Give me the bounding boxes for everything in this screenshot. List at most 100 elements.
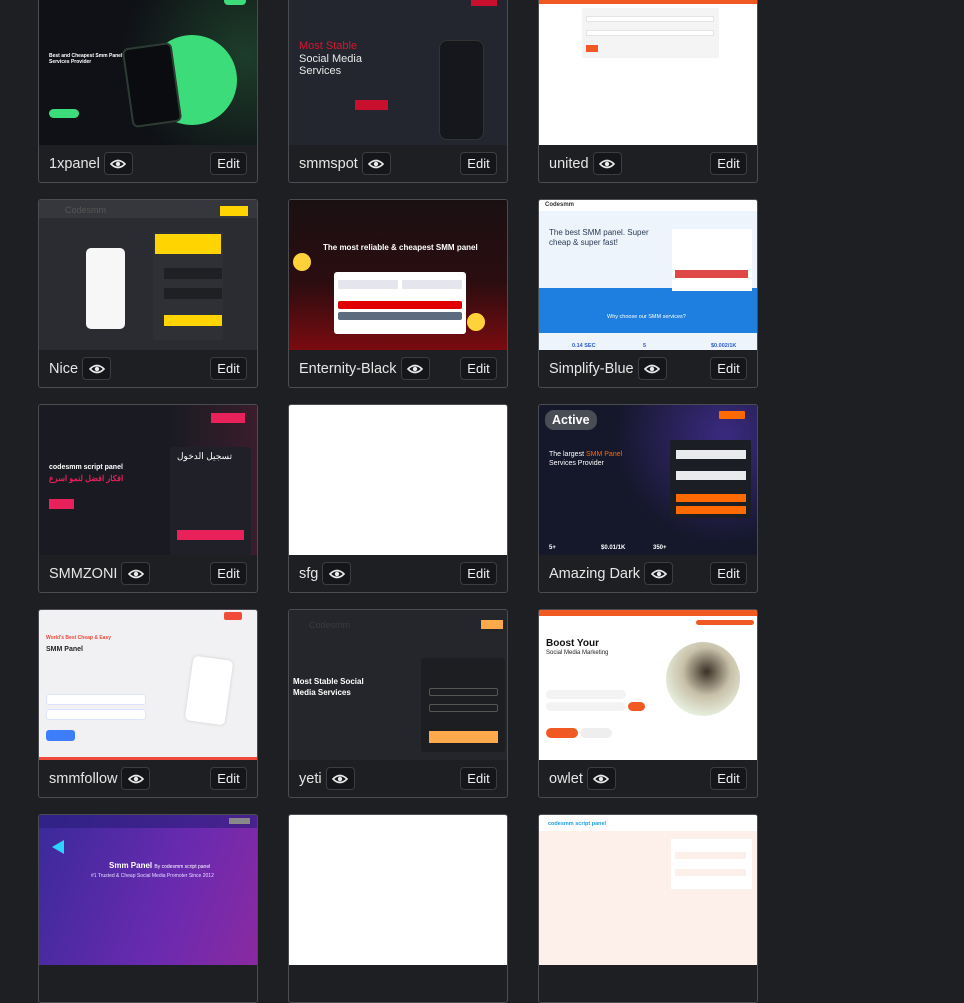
theme-card — [288, 814, 508, 1003]
preview-headline-accent: Most Stable — [299, 40, 358, 52]
preview-headline: The most reliable & cheapest SMM panel — [323, 243, 478, 252]
theme-preview-thumbnail[interactable]: Best and Cheapest Smm Panel Services Pro… — [39, 0, 257, 145]
preview-button[interactable] — [586, 767, 616, 790]
preview-headline-suffix: Services Provider — [549, 460, 604, 467]
theme-preview-thumbnail[interactable]: codesmm script panel افكار افضل لنمو اسر… — [39, 405, 257, 555]
preview-headline: Most Stable Social Media Services — [293, 677, 364, 697]
preview-button[interactable] — [322, 562, 352, 585]
theme-preview-thumbnail[interactable]: Most Stable Social Media Services — [289, 0, 507, 145]
theme-name: owlet — [549, 770, 583, 787]
theme-name: smmfollow — [49, 770, 118, 787]
theme-card: Best and Cheapest Smm Panel Services Pro… — [38, 0, 258, 183]
preview-sub: Social Media Marketing — [546, 650, 609, 656]
edit-button[interactable]: Edit — [710, 767, 747, 790]
eye-icon — [368, 159, 385, 168]
theme-card: Codesmm Most Stable Social Media Service… — [288, 609, 508, 798]
edit-button[interactable]: Edit — [210, 562, 247, 585]
edit-button[interactable]: Edit — [210, 152, 247, 175]
theme-preview-thumbnail[interactable]: Active The largest SMM Panel Services Pr… — [539, 405, 757, 555]
theme-card: codesmm script panel — [538, 814, 758, 1003]
eye-icon — [127, 569, 144, 578]
edit-button[interactable]: Edit — [460, 562, 497, 585]
theme-preview-thumbnail[interactable] — [289, 815, 507, 965]
edit-button[interactable]: Edit — [210, 357, 247, 380]
preview-stat: $0.002/1K — [711, 343, 737, 349]
theme-card: The most reliable & cheapest SMM panel E… — [288, 199, 508, 388]
preview-headline: The best SMM panel. Super cheap & super … — [549, 228, 649, 247]
preview-button[interactable] — [82, 357, 112, 380]
preview-button[interactable] — [325, 767, 355, 790]
theme-card: Codesmm Nice Edit — [38, 199, 258, 388]
preview-button[interactable] — [637, 357, 667, 380]
edit-button[interactable]: Edit — [210, 767, 247, 790]
theme-card-active: Active The largest SMM Panel Services Pr… — [538, 404, 758, 593]
theme-preview-thumbnail[interactable]: Codesmm Most Stable Social Media Service… — [289, 610, 507, 760]
preview-login-title: تسجيل الدخول — [177, 451, 233, 461]
theme-card: Boost Your Social Media Marketing owlet … — [538, 609, 758, 798]
edit-button[interactable]: Edit — [710, 152, 747, 175]
theme-name: Simplify-Blue — [549, 360, 634, 377]
preview-tagline: #1 Trusted & Cheap Social Media Promoter… — [91, 873, 214, 879]
theme-card: World's Best Cheap & Easy SMM Panel smmf… — [38, 609, 258, 798]
edit-button[interactable]: Edit — [460, 357, 497, 380]
theme-preview-thumbnail[interactable]: Boost Your Social Media Marketing — [539, 610, 757, 760]
theme-card: Smm Panel By codesmm script panel #1 Tru… — [38, 814, 258, 1003]
preview-headline: Social Media Services — [299, 53, 362, 77]
theme-name: sfg — [299, 565, 319, 582]
theme-card: Codesmm The best SMM panel. Super cheap … — [538, 199, 758, 388]
theme-preview-thumbnail[interactable]: World's Best Cheap & Easy SMM Panel — [39, 610, 257, 760]
preview-brand: Codesmm — [309, 620, 351, 630]
preview-button[interactable] — [121, 767, 151, 790]
preview-button[interactable] — [361, 152, 391, 175]
theme-card: united Edit — [538, 0, 758, 183]
theme-card: Most Stable Social Media Services smmspo… — [288, 0, 508, 183]
theme-name: Nice — [49, 360, 79, 377]
preview-stat: 0.14 SEC — [572, 343, 596, 349]
active-badge: Active — [545, 410, 597, 430]
preview-headline: Smm Panel By codesmm script panel — [109, 861, 211, 870]
theme-name: united — [549, 155, 589, 172]
preview-stat: 5+ — [549, 545, 556, 551]
theme-preview-thumbnail[interactable]: Codesmm The best SMM panel. Super cheap … — [539, 200, 757, 350]
preview-headline: The largest SMM Panel — [549, 451, 623, 458]
theme-preview-thumbnail[interactable] — [289, 405, 507, 555]
theme-preview-thumbnail[interactable]: codesmm script panel — [539, 815, 757, 965]
preview-button[interactable] — [644, 562, 674, 585]
preview-button[interactable] — [121, 562, 151, 585]
theme-preview-thumbnail[interactable]: The most reliable & cheapest SMM panel — [289, 200, 507, 350]
preview-button[interactable] — [592, 152, 622, 175]
edit-button[interactable]: Edit — [460, 152, 497, 175]
preview-why: Why choose our SMM services? — [607, 314, 686, 320]
theme-name: Enternity-Black — [299, 360, 397, 377]
theme-preview-thumbnail[interactable]: Smm Panel By codesmm script panel #1 Tru… — [39, 815, 257, 965]
preview-headline: Boost Your — [546, 638, 599, 649]
theme-preview-thumbnail[interactable] — [539, 0, 757, 145]
preview-button[interactable] — [103, 152, 133, 175]
edit-button[interactable]: Edit — [460, 767, 497, 790]
preview-button[interactable] — [400, 357, 430, 380]
eye-icon — [644, 364, 661, 373]
eye-icon — [127, 774, 144, 783]
preview-headline-ar: افكار افضل لنمو اسرع — [49, 474, 124, 483]
theme-name: SMMZONI — [49, 565, 118, 582]
eye-icon — [328, 569, 345, 578]
edit-button[interactable]: Edit — [710, 357, 747, 380]
preview-tag: World's Best Cheap & Easy — [46, 635, 112, 641]
preview-stat: 5 — [643, 343, 647, 349]
preview-headline: SMM Panel — [46, 646, 83, 653]
eye-icon — [599, 159, 616, 168]
theme-grid: Best and Cheapest Smm Panel Services Pro… — [38, 0, 758, 1003]
preview-brand: Codesmm — [65, 205, 107, 215]
eye-icon — [332, 774, 349, 783]
theme-name: Amazing Dark — [549, 565, 641, 582]
eye-icon — [593, 774, 610, 783]
theme-name: smmspot — [299, 155, 358, 172]
theme-name: yeti — [299, 770, 322, 787]
eye-icon — [407, 364, 424, 373]
preview-stat: 350+ — [653, 545, 667, 551]
eye-icon — [88, 364, 105, 373]
theme-preview-thumbnail[interactable]: Codesmm — [39, 200, 257, 350]
edit-button[interactable]: Edit — [710, 562, 747, 585]
preview-brand: codesmm script panel — [548, 821, 607, 827]
eye-icon — [110, 159, 127, 168]
